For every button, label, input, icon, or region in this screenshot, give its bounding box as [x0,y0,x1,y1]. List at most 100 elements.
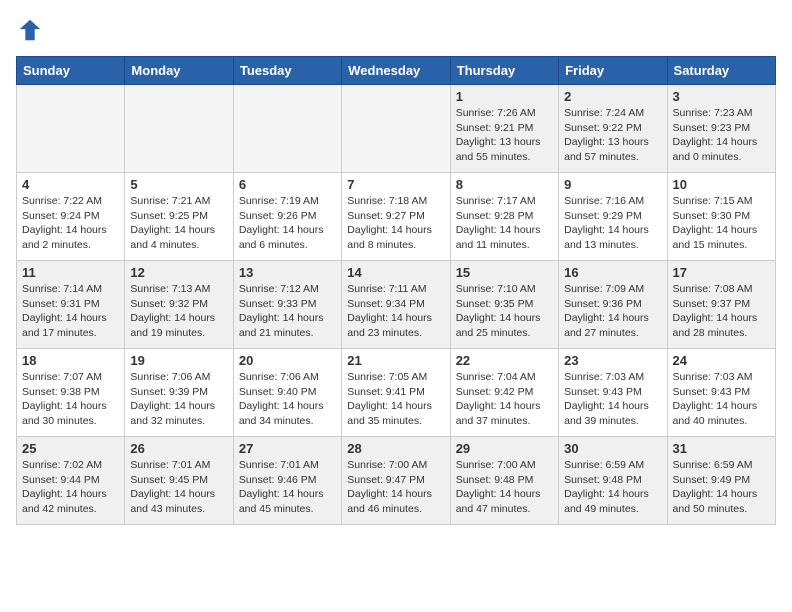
column-header-saturday: Saturday [667,57,775,85]
day-number: 13 [239,265,336,280]
calendar-cell: 7 Sunrise: 7:18 AM Sunset: 9:27 PM Daylig… [342,173,450,261]
day-info: Sunrise: 7:04 AM Sunset: 9:42 PM Dayligh… [456,370,553,429]
day-number: 19 [130,353,227,368]
day-info: Sunrise: 6:59 AM Sunset: 9:48 PM Dayligh… [564,458,661,517]
calendar-cell: 30 Sunrise: 6:59 AM Sunset: 9:48 PM Dayli… [559,437,667,525]
calendar-week-row: 25 Sunrise: 7:02 AM Sunset: 9:44 PM Dayli… [17,437,776,525]
day-info: Sunrise: 7:03 AM Sunset: 9:43 PM Dayligh… [564,370,661,429]
day-info: Sunrise: 7:12 AM Sunset: 9:33 PM Dayligh… [239,282,336,341]
day-info: Sunrise: 7:06 AM Sunset: 9:40 PM Dayligh… [239,370,336,429]
day-info: Sunrise: 7:26 AM Sunset: 9:21 PM Dayligh… [456,106,553,165]
calendar-cell: 17 Sunrise: 7:08 AM Sunset: 9:37 PM Dayli… [667,261,775,349]
day-info: Sunrise: 7:01 AM Sunset: 9:46 PM Dayligh… [239,458,336,517]
day-info: Sunrise: 7:06 AM Sunset: 9:39 PM Dayligh… [130,370,227,429]
calendar-cell: 21 Sunrise: 7:05 AM Sunset: 9:41 PM Dayli… [342,349,450,437]
calendar-cell: 13 Sunrise: 7:12 AM Sunset: 9:33 PM Dayli… [233,261,341,349]
day-info: Sunrise: 7:05 AM Sunset: 9:41 PM Dayligh… [347,370,444,429]
calendar-cell: 26 Sunrise: 7:01 AM Sunset: 9:45 PM Dayli… [125,437,233,525]
column-header-tuesday: Tuesday [233,57,341,85]
day-info: Sunrise: 7:18 AM Sunset: 9:27 PM Dayligh… [347,194,444,253]
day-info: Sunrise: 7:07 AM Sunset: 9:38 PM Dayligh… [22,370,119,429]
calendar-cell: 12 Sunrise: 7:13 AM Sunset: 9:32 PM Dayli… [125,261,233,349]
day-number: 29 [456,441,553,456]
day-info: Sunrise: 7:08 AM Sunset: 9:37 PM Dayligh… [673,282,770,341]
column-header-thursday: Thursday [450,57,558,85]
column-header-wednesday: Wednesday [342,57,450,85]
calendar-cell [17,85,125,173]
calendar-cell: 14Sunrise: 7:11 AM Sunset: 9:34 PM Dayli… [342,261,450,349]
calendar-cell: 28Sunrise: 7:00 AM Sunset: 9:47 PM Dayli… [342,437,450,525]
day-number: 10 [673,177,770,192]
day-number: 31 [673,441,770,456]
day-number: 22 [456,353,553,368]
calendar-cell: 1 Sunrise: 7:26 AM Sunset: 9:21 PM Daylig… [450,85,558,173]
calendar-cell: 4 Sunrise: 7:22 AM Sunset: 9:24 PM Daylig… [17,173,125,261]
day-info: Sunrise: 7:24 AM Sunset: 9:22 PM Dayligh… [564,106,661,165]
calendar-cell: 2 Sunrise: 7:24 AM Sunset: 9:22 PM Daylig… [559,85,667,173]
day-number: 20 [239,353,336,368]
day-number: 28 [347,441,444,456]
calendar-week-row: 1 Sunrise: 7:26 AM Sunset: 9:21 PM Daylig… [17,85,776,173]
calendar-cell: 16 Sunrise: 7:09 AM Sunset: 9:36 PM Dayli… [559,261,667,349]
calendar-cell: 23 Sunrise: 7:03 AM Sunset: 9:43 PM Dayli… [559,349,667,437]
calendar-cell: 3 Sunrise: 7:23 AM Sunset: 9:23 PM Daylig… [667,85,775,173]
calendar-cell: 22 Sunrise: 7:04 AM Sunset: 9:42 PM Dayli… [450,349,558,437]
day-info: Sunrise: 7:02 AM Sunset: 9:44 PM Dayligh… [22,458,119,517]
calendar-cell: 31Sunrise: 6:59 AM Sunset: 9:49 PM Dayli… [667,437,775,525]
day-number: 18 [22,353,119,368]
day-number: 15 [456,265,553,280]
column-header-monday: Monday [125,57,233,85]
calendar-cell: 24 Sunrise: 7:03 AM Sunset: 9:43 PM Dayli… [667,349,775,437]
day-number: 23 [564,353,661,368]
day-info: Sunrise: 7:15 AM Sunset: 9:30 PM Dayligh… [673,194,770,253]
calendar-cell: 27Sunrise: 7:01 AM Sunset: 9:46 PM Dayli… [233,437,341,525]
calendar-cell: 10 Sunrise: 7:15 AM Sunset: 9:30 PM Dayli… [667,173,775,261]
day-info: Sunrise: 7:00 AM Sunset: 9:48 PM Dayligh… [456,458,553,517]
day-number: 4 [22,177,119,192]
day-number: 14 [347,265,444,280]
calendar-week-row: 11 Sunrise: 7:14 AM Sunset: 9:31 PM Dayli… [17,261,776,349]
day-number: 12 [130,265,227,280]
column-header-sunday: Sunday [17,57,125,85]
day-number: 26 [130,441,227,456]
calendar-header-row: SundayMondayTuesdayWednesdayThursdayFrid… [17,57,776,85]
day-number: 25 [22,441,119,456]
day-number: 2 [564,89,661,104]
day-number: 11 [22,265,119,280]
day-number: 1 [456,89,553,104]
day-info: Sunrise: 7:17 AM Sunset: 9:28 PM Dayligh… [456,194,553,253]
page-header [16,16,776,44]
calendar-cell [342,85,450,173]
day-number: 21 [347,353,444,368]
day-info: Sunrise: 7:13 AM Sunset: 9:32 PM Dayligh… [130,282,227,341]
day-info: Sunrise: 7:16 AM Sunset: 9:29 PM Dayligh… [564,194,661,253]
day-number: 8 [456,177,553,192]
calendar-cell: 15Sunrise: 7:10 AM Sunset: 9:35 PM Dayli… [450,261,558,349]
calendar-cell: 6Sunrise: 7:19 AM Sunset: 9:26 PM Daylig… [233,173,341,261]
day-number: 6 [239,177,336,192]
calendar-cell: 25 Sunrise: 7:02 AM Sunset: 9:44 PM Dayli… [17,437,125,525]
day-info: Sunrise: 7:09 AM Sunset: 9:36 PM Dayligh… [564,282,661,341]
day-info: Sunrise: 7:14 AM Sunset: 9:31 PM Dayligh… [22,282,119,341]
calendar-table: SundayMondayTuesdayWednesdayThursdayFrid… [16,56,776,525]
calendar-cell: 29 Sunrise: 7:00 AM Sunset: 9:48 PM Dayli… [450,437,558,525]
column-header-friday: Friday [559,57,667,85]
calendar-cell: 8 Sunrise: 7:17 AM Sunset: 9:28 PM Daylig… [450,173,558,261]
day-number: 17 [673,265,770,280]
day-number: 9 [564,177,661,192]
calendar-week-row: 18 Sunrise: 7:07 AM Sunset: 9:38 PM Dayli… [17,349,776,437]
day-number: 7 [347,177,444,192]
day-info: Sunrise: 7:23 AM Sunset: 9:23 PM Dayligh… [673,106,770,165]
logo [16,16,50,44]
day-info: Sunrise: 7:01 AM Sunset: 9:45 PM Dayligh… [130,458,227,517]
day-number: 16 [564,265,661,280]
calendar-week-row: 4 Sunrise: 7:22 AM Sunset: 9:24 PM Daylig… [17,173,776,261]
day-info: Sunrise: 7:22 AM Sunset: 9:24 PM Dayligh… [22,194,119,253]
day-number: 30 [564,441,661,456]
calendar-cell: 18 Sunrise: 7:07 AM Sunset: 9:38 PM Dayli… [17,349,125,437]
calendar-cell: 11 Sunrise: 7:14 AM Sunset: 9:31 PM Dayli… [17,261,125,349]
calendar-cell: 9 Sunrise: 7:16 AM Sunset: 9:29 PM Daylig… [559,173,667,261]
day-number: 3 [673,89,770,104]
day-number: 24 [673,353,770,368]
day-info: Sunrise: 7:03 AM Sunset: 9:43 PM Dayligh… [673,370,770,429]
